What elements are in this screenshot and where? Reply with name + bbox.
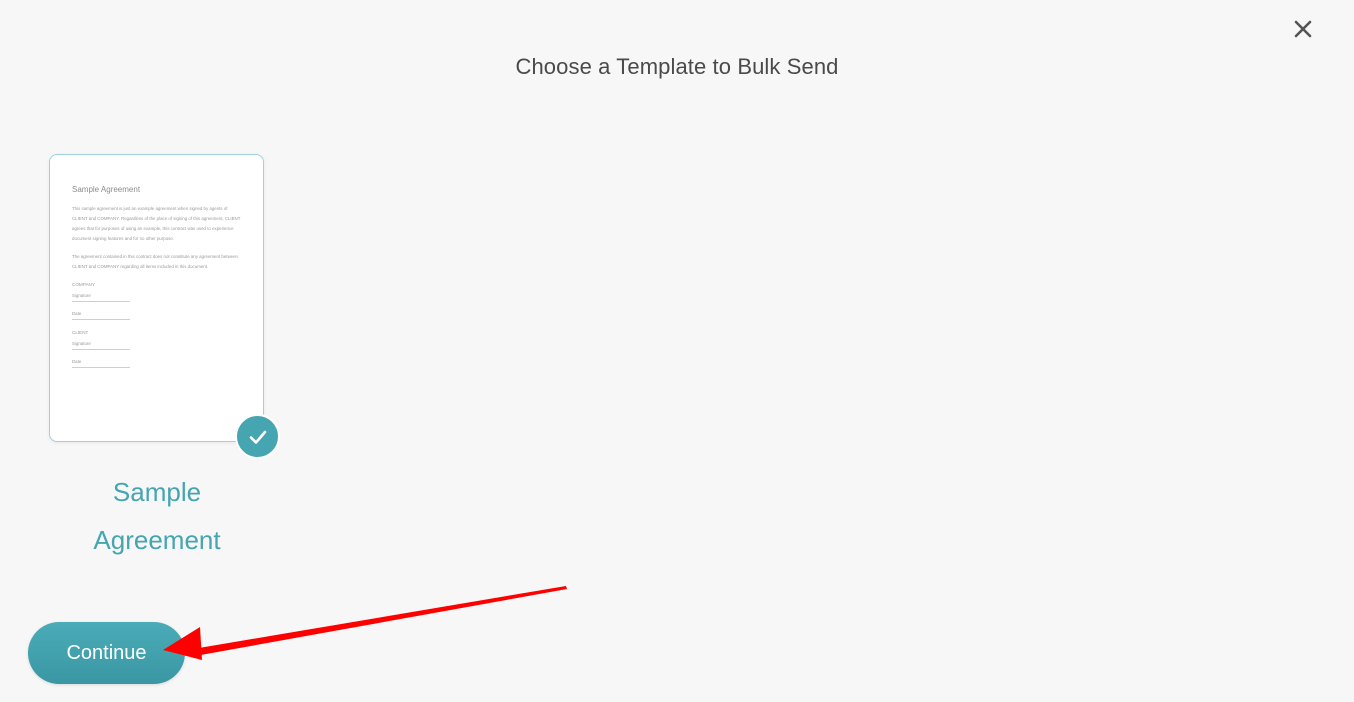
preview-client-date: Date [72, 359, 130, 368]
template-card-sample-agreement[interactable]: Sample Agreement This sample agreement i… [49, 154, 264, 442]
preview-company-label: COMPANY [72, 282, 95, 287]
preview-company-date: Date [72, 311, 130, 320]
preview-title: Sample Agreement [72, 185, 141, 194]
close-icon [1294, 20, 1312, 38]
selected-check-badge[interactable] [235, 414, 280, 459]
checkmark-icon [249, 430, 266, 444]
bulk-send-template-dialog: Choose a Template to Bulk Send Sample Ag… [0, 0, 1354, 702]
dialog-title: Choose a Template to Bulk Send [515, 54, 839, 79]
preview-client-signature: Signature [72, 341, 130, 350]
preview-company-signature: Signature [72, 293, 130, 302]
preview-paragraph-2: The agreement contained in this contract… [72, 254, 238, 269]
continue-button[interactable]: Continue [28, 622, 185, 684]
arrow-shaft [193, 586, 567, 656]
document-preview: Sample Agreement This sample agreement i… [72, 185, 242, 377]
preview-paragraph-1: This sample agreement is just an example… [72, 206, 241, 241]
template-name-label[interactable]: Sample Agreement [49, 468, 265, 564]
close-button[interactable] [1288, 14, 1318, 44]
preview-client-label: CLIENT [72, 330, 89, 335]
